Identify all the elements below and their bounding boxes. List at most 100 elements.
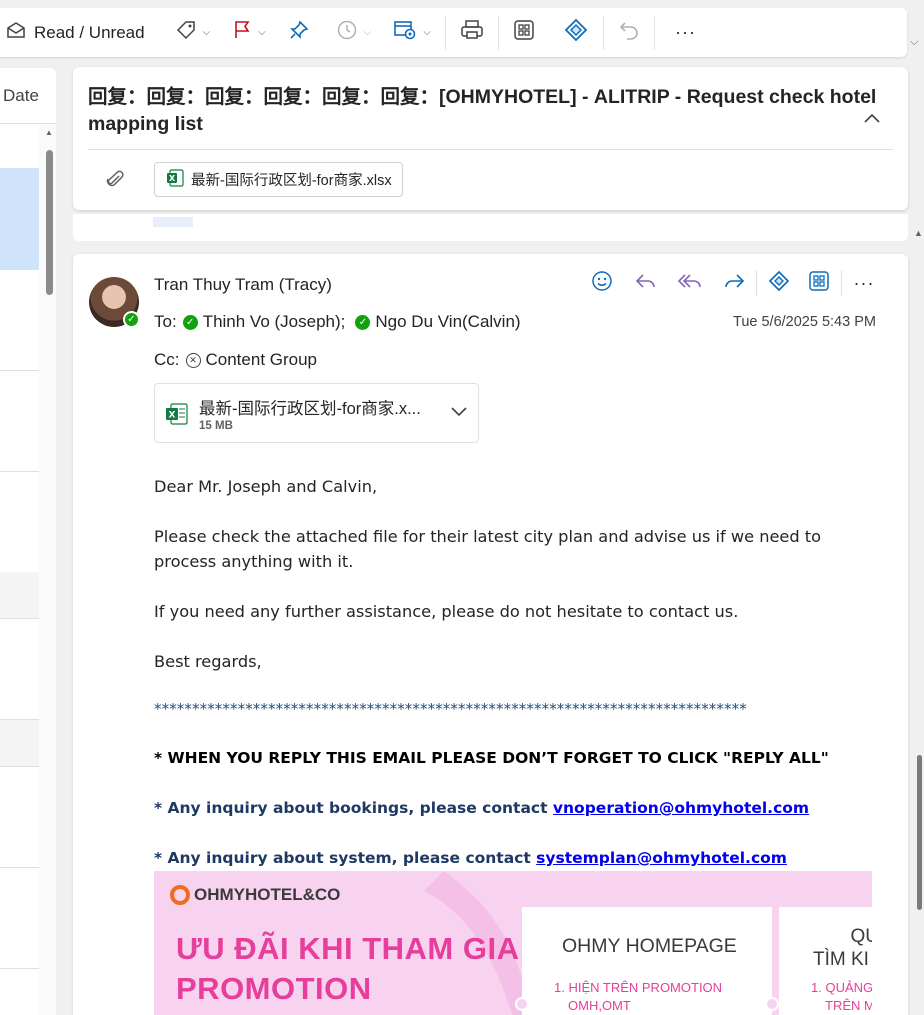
header-divider [88, 149, 893, 150]
header-attachment-chip[interactable]: X 最新-国际行政区划-for商家.xlsx [154, 162, 403, 197]
svg-text:X: X [169, 411, 176, 421]
presence-available-icon: ✓ [123, 311, 140, 328]
list-divider [0, 471, 39, 472]
categorize-button[interactable]: ⌵ [169, 15, 217, 51]
list-group-header [0, 572, 39, 618]
toolbar-divider [497, 15, 499, 50]
action-divider [756, 270, 757, 296]
list-scrollbar-thumb[interactable] [46, 150, 53, 295]
reply-all-button[interactable] [671, 268, 709, 298]
command-toolbar: Read / Unread ⌵ ⌵ ⌵ ⌵ ··· [0, 8, 907, 57]
panel-item: 1. HIỆN TRÊN PROMOTION OMH,OMT [554, 979, 722, 1015]
banner-headline: ƯU ĐÃI KHI THAM GIA [176, 931, 520, 966]
more-actions-button[interactable]: ··· [669, 15, 702, 51]
tag-icon [175, 20, 197, 45]
banner-headline: PROMOTION [176, 971, 372, 1006]
reading-pane-scrollbar-thumb[interactable] [917, 755, 922, 910]
loop-icon [767, 270, 791, 297]
pin-icon [288, 19, 310, 46]
more-icon: ··· [674, 22, 696, 42]
chevron-down-icon[interactable] [450, 404, 468, 422]
cc-recipients: Cc: ✕ Content Group [154, 350, 317, 370]
signature-booking-contact: * Any inquiry about bookings, please con… [154, 796, 809, 821]
signature-separator: ****************************************… [154, 700, 747, 718]
reply-button[interactable] [627, 268, 665, 298]
rules-button[interactable]: ⌵ [387, 15, 437, 51]
list-divider [0, 618, 39, 619]
toolbar-divider [653, 15, 655, 50]
body-paragraph: Please check the attached file for their… [154, 527, 822, 571]
snooze-icon [336, 19, 358, 46]
collapse-chevron-up-icon[interactable] [863, 111, 881, 129]
timeline-dot [765, 997, 779, 1011]
loop-button[interactable] [760, 268, 798, 298]
promotion-banner: OHMYHOTEL&CO ƯU ĐÃI KHI THAM GIA PROMOTI… [154, 871, 872, 1015]
booking-email-link[interactable]: vnoperation@ohmyhotel.com [553, 799, 809, 817]
signature-reply-all-note: * WHEN YOU REPLY THIS EMAIL PLEASE DON’T… [154, 749, 829, 767]
date-column-header[interactable]: Date [0, 68, 56, 124]
smiley-icon [591, 270, 613, 297]
attachment-name: 最新-国际行政区划-for商家.x... [199, 400, 421, 418]
chevron-down-icon: ⌵ [423, 27, 431, 38]
cc-recipient[interactable]: Content Group [206, 350, 318, 370]
attachment-card[interactable]: X 最新-国际行政区划-for商家.x... 15 MB [154, 383, 479, 443]
panel-title: OHMY HOMEPAGE [562, 935, 737, 957]
rules-icon [393, 19, 417, 46]
panel-item: 1. QUẢNG TRÊN M [811, 979, 872, 1015]
signature-system-contact: * Any inquiry about system, please conta… [154, 846, 787, 871]
email-subject: 回复：回复：回复：回复：回复：回复：[OHMYHOTEL] - ALITRIP … [88, 86, 877, 135]
booking-contact-text: * Any inquiry about bookings, please con… [154, 799, 553, 817]
closing: Best regards, [154, 652, 262, 671]
apps-button[interactable] [507, 15, 541, 51]
reply-icon [634, 271, 658, 296]
collapsed-message-strip[interactable] [73, 214, 908, 241]
apps-icon [513, 19, 535, 46]
selected-list-item[interactable] [0, 168, 39, 270]
list-divider [0, 766, 39, 767]
pin-button[interactable] [282, 15, 316, 51]
apps-icon [808, 270, 830, 297]
read-unread-button[interactable]: Read / Unread [0, 15, 151, 51]
envelope-icon [6, 21, 26, 44]
recipient[interactable]: Ngo Du Vin(Calvin) [375, 312, 520, 332]
list-divider [0, 370, 39, 371]
chevron-down-icon: ⌵ [202, 27, 211, 38]
forward-button[interactable] [715, 268, 753, 298]
emoji-button[interactable] [583, 268, 621, 298]
more-icon: ··· [853, 272, 875, 293]
more-actions-button[interactable]: ··· [845, 268, 883, 298]
snooze-button[interactable]: ⌵ [330, 15, 378, 51]
chevron-down-icon: ⌵ [258, 27, 266, 38]
to-recipients: To: ✓ Thinh Vo (Joseph); ✓ Ngo Du Vin(Ca… [154, 312, 521, 332]
print-button[interactable] [454, 15, 490, 51]
loop-button[interactable] [557, 15, 595, 51]
presence-available-icon: ✓ [182, 314, 198, 330]
collapsed-highlight [153, 217, 193, 227]
body-paragraph: If you need any further assistance, plea… [154, 602, 739, 621]
banner-panel: OHMY HOMEPAGE 1. HIỆN TRÊN PROMOTION OMH… [522, 907, 772, 1015]
cc-label: Cc: [154, 350, 180, 369]
reply-all-icon [677, 271, 703, 296]
chevron-down-icon[interactable]: ⌵ [910, 36, 918, 49]
recipient[interactable]: Thinh Vo (Joseph); [203, 312, 346, 332]
apps-button[interactable] [800, 268, 838, 298]
message-date: Tue 5/6/2025 5:43 PM [733, 314, 876, 330]
undo-button[interactable] [612, 15, 646, 51]
sender-name[interactable]: Tran Thuy Tram (Tracy) [154, 275, 332, 295]
ohmyhotel-logo: OHMYHOTEL&CO [170, 885, 340, 905]
panel-item-line: 1. QUẢNG [811, 980, 872, 995]
flag-button[interactable]: ⌵ [226, 15, 272, 51]
panel-item-line: 1. HIỆN TRÊN PROMOTION [554, 980, 723, 995]
scroll-up-arrow-icon[interactable]: ▲ [914, 228, 923, 238]
to-label: To: [154, 312, 177, 331]
action-divider [841, 270, 842, 296]
greeting: Dear Mr. Joseph and Calvin, [154, 477, 378, 496]
presence-available-icon: ✓ [355, 314, 371, 330]
excel-file-icon: X [165, 168, 185, 192]
scroll-up-arrow-icon[interactable]: ▲ [45, 128, 53, 137]
system-email-link[interactable]: systemplan@ohmyhotel.com [536, 849, 787, 867]
panel-item-line: OMH,OMT [568, 998, 631, 1013]
read-unread-label: Read / Unread [34, 22, 145, 42]
svg-text:X: X [169, 174, 176, 183]
paperclip-icon [105, 170, 125, 195]
